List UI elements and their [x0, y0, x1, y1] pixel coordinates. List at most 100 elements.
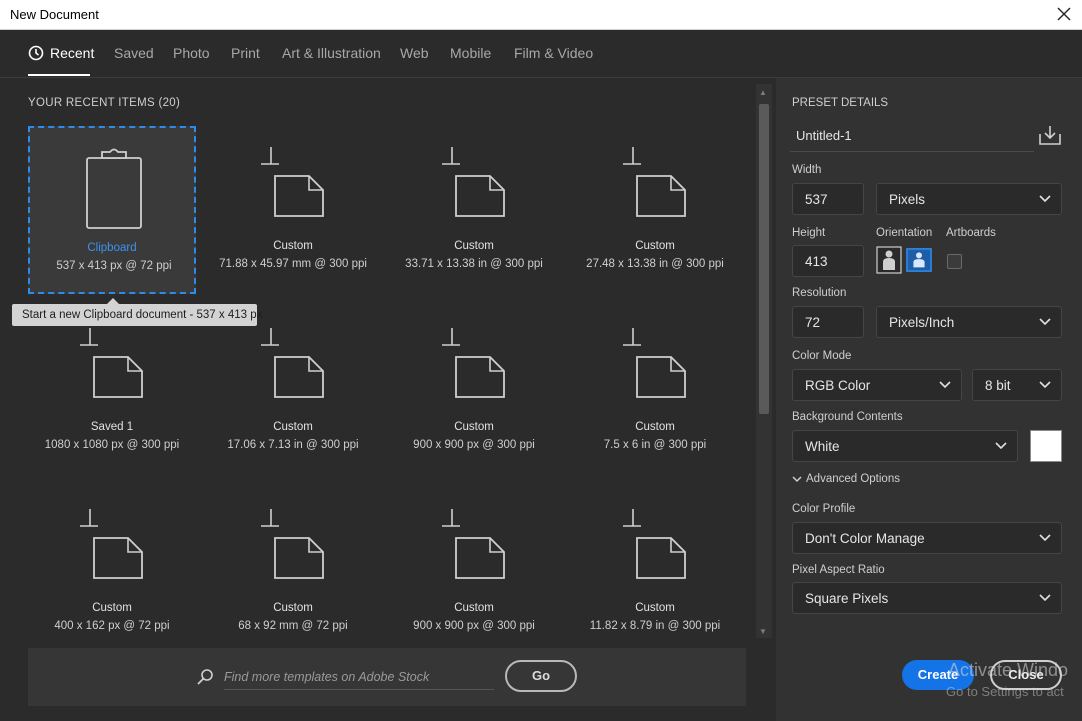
tab-print[interactable]: Print [231, 45, 260, 61]
recent-item-name: Custom [92, 602, 132, 614]
advanced-options-toggle[interactable]: Advanced Options [792, 473, 900, 485]
recent-item-size: 7.5 x 6 in @ 300 ppi [603, 439, 707, 451]
background-contents-dropdown[interactable]: White [792, 430, 1018, 462]
activate-windows-hint: Go to Settings to act [946, 684, 1064, 699]
orientation-label: Orientation [876, 227, 933, 239]
recent-item[interactable]: Custom 71.88 x 45.97 mm @ 300 ppi [209, 126, 377, 294]
recent-item-name: Custom [454, 240, 494, 252]
chevron-down-icon [939, 381, 951, 389]
recent-item-size: 17.06 x 7.13 in @ 300 ppi [227, 439, 359, 451]
tab-recent[interactable]: Recent [28, 45, 94, 61]
recent-item-clipboard[interactable]: Clipboard 537 x 413 px @ 72 ppi [28, 126, 196, 294]
background-contents-value: White [805, 439, 840, 454]
scroll-down-icon[interactable]: ▼ [759, 627, 767, 636]
recent-item[interactable]: Custom 11.82 x 8.79 in @ 300 ppi [571, 488, 739, 656]
title-bar: New Document [0, 0, 1082, 30]
save-preset-icon[interactable] [1038, 124, 1062, 146]
width-unit-dropdown[interactable]: Pixels [876, 183, 1062, 215]
bit-depth-dropdown[interactable]: 8 bit [972, 369, 1062, 401]
resolution-input[interactable]: 72 [792, 306, 864, 338]
recent-item-name: Custom [635, 240, 675, 252]
recent-item[interactable]: Custom 27.48 x 13.38 in @ 300 ppi [571, 126, 739, 294]
document-icon [80, 509, 143, 579]
recent-item-name: Custom [454, 421, 494, 433]
recent-item-size: 900 x 900 px @ 300 ppi [413, 620, 535, 632]
recent-item-size: 537 x 413 px @ 72 ppi [56, 260, 172, 272]
chevron-down-icon [1039, 594, 1051, 602]
background-color-swatch[interactable] [1030, 430, 1062, 462]
preset-category-tabs: Recent Saved Photo Print Art & Illustrat… [0, 30, 1082, 78]
resolution-unit-value: Pixels/Inch [889, 315, 955, 330]
artboards-checkbox[interactable] [947, 254, 962, 269]
width-input[interactable]: 537 [792, 183, 864, 215]
recent-item-name: Custom [273, 602, 313, 614]
pixel-aspect-ratio-dropdown[interactable]: Square Pixels [792, 582, 1062, 614]
recent-item-name: Saved 1 [90, 421, 134, 433]
chevron-down-icon [792, 476, 802, 483]
recent-item[interactable]: Custom 900 x 900 px @ 300 ppi [390, 307, 558, 475]
chevron-down-icon [1039, 534, 1051, 542]
tab-photo[interactable]: Photo [173, 45, 210, 61]
background-contents-label: Background Contents [792, 411, 903, 423]
scrollbar-thumb[interactable] [759, 104, 769, 414]
document-icon [623, 328, 686, 398]
recent-item[interactable]: Custom 17.06 x 7.13 in @ 300 ppi [209, 307, 377, 475]
recent-item-size: 900 x 900 px @ 300 ppi [413, 439, 535, 451]
recent-item[interactable]: Custom 400 x 162 px @ 72 ppi [28, 488, 196, 656]
recent-items-heading: YOUR RECENT ITEMS (20) [28, 97, 180, 109]
chevron-down-icon [1039, 318, 1051, 326]
chevron-down-icon [1039, 381, 1051, 389]
height-input[interactable]: 413 [792, 245, 864, 277]
recent-item-size: 400 x 162 px @ 72 ppi [54, 620, 170, 632]
document-icon [80, 328, 143, 398]
close-icon[interactable] [1054, 4, 1074, 24]
recent-item-size: 27.48 x 13.38 in @ 300 ppi [586, 258, 724, 270]
recent-items-panel: YOUR RECENT ITEMS (20) Clipboard 537 x 41… [0, 78, 775, 721]
recent-item[interactable]: Custom 68 x 92 mm @ 72 ppi [209, 488, 377, 656]
scroll-up-icon[interactable]: ▲ [759, 88, 767, 97]
resolution-label: Resolution [792, 287, 847, 299]
clipboard-icon [86, 148, 142, 229]
recent-item-name: Custom [273, 421, 313, 433]
tab-label: Recent [50, 45, 95, 61]
document-icon [442, 328, 505, 398]
tab-film-video[interactable]: Film & Video [514, 45, 593, 61]
go-button[interactable]: Go [505, 660, 577, 692]
tab-art-illustration[interactable]: Art & Illustration [282, 45, 381, 61]
resolution-unit-dropdown[interactable]: Pixels/Inch [876, 306, 1062, 338]
recent-items-count: (20) [158, 97, 181, 109]
recent-item-name: Custom [454, 602, 494, 614]
artboards-label: Artboards [946, 227, 996, 239]
color-profile-dropdown[interactable]: Don't Color Manage [792, 522, 1062, 554]
portrait-orientation-icon[interactable] [876, 246, 902, 274]
advanced-options-label: Advanced Options [806, 473, 900, 485]
recent-item[interactable]: Custom 7.5 x 6 in @ 300 ppi [571, 307, 739, 475]
recent-item-size: 68 x 92 mm @ 72 ppi [238, 620, 348, 632]
recent-item[interactable]: Custom 33.71 x 13.38 in @ 300 ppi [390, 126, 558, 294]
document-icon [623, 509, 686, 579]
document-icon [261, 328, 324, 398]
document-name-field[interactable]: Untitled-1 [790, 122, 1034, 152]
preset-details-panel: PRESET DETAILS Untitled-1 Width 537 Pixe… [776, 78, 1082, 721]
search-icon [197, 669, 213, 685]
bit-depth-value: 8 bit [985, 378, 1011, 393]
landscape-orientation-icon[interactable] [906, 246, 932, 274]
recent-item[interactable]: Saved 1 1080 x 1080 px @ 300 ppi [28, 307, 196, 475]
color-profile-value: Don't Color Manage [805, 531, 925, 546]
color-mode-dropdown[interactable]: RGB Color [792, 369, 962, 401]
width-label: Width [792, 164, 822, 176]
document-icon [623, 147, 686, 217]
recent-item[interactable]: Custom 900 x 900 px @ 300 ppi [390, 488, 558, 656]
document-icon [442, 147, 505, 217]
grid-scrollbar[interactable]: ▲ ▼ [756, 84, 772, 638]
document-icon [442, 509, 505, 579]
activate-windows-watermark: Activate Windo [948, 660, 1069, 680]
height-label: Height [792, 227, 826, 239]
stock-search-input[interactable] [224, 664, 494, 690]
document-icon [261, 509, 324, 579]
recent-item-size: 11.82 x 8.79 in @ 300 ppi [589, 620, 721, 632]
tab-web[interactable]: Web [400, 45, 429, 61]
tab-saved[interactable]: Saved [114, 45, 154, 61]
tab-mobile[interactable]: Mobile [450, 45, 491, 61]
preset-details-heading: PRESET DETAILS [792, 97, 889, 109]
